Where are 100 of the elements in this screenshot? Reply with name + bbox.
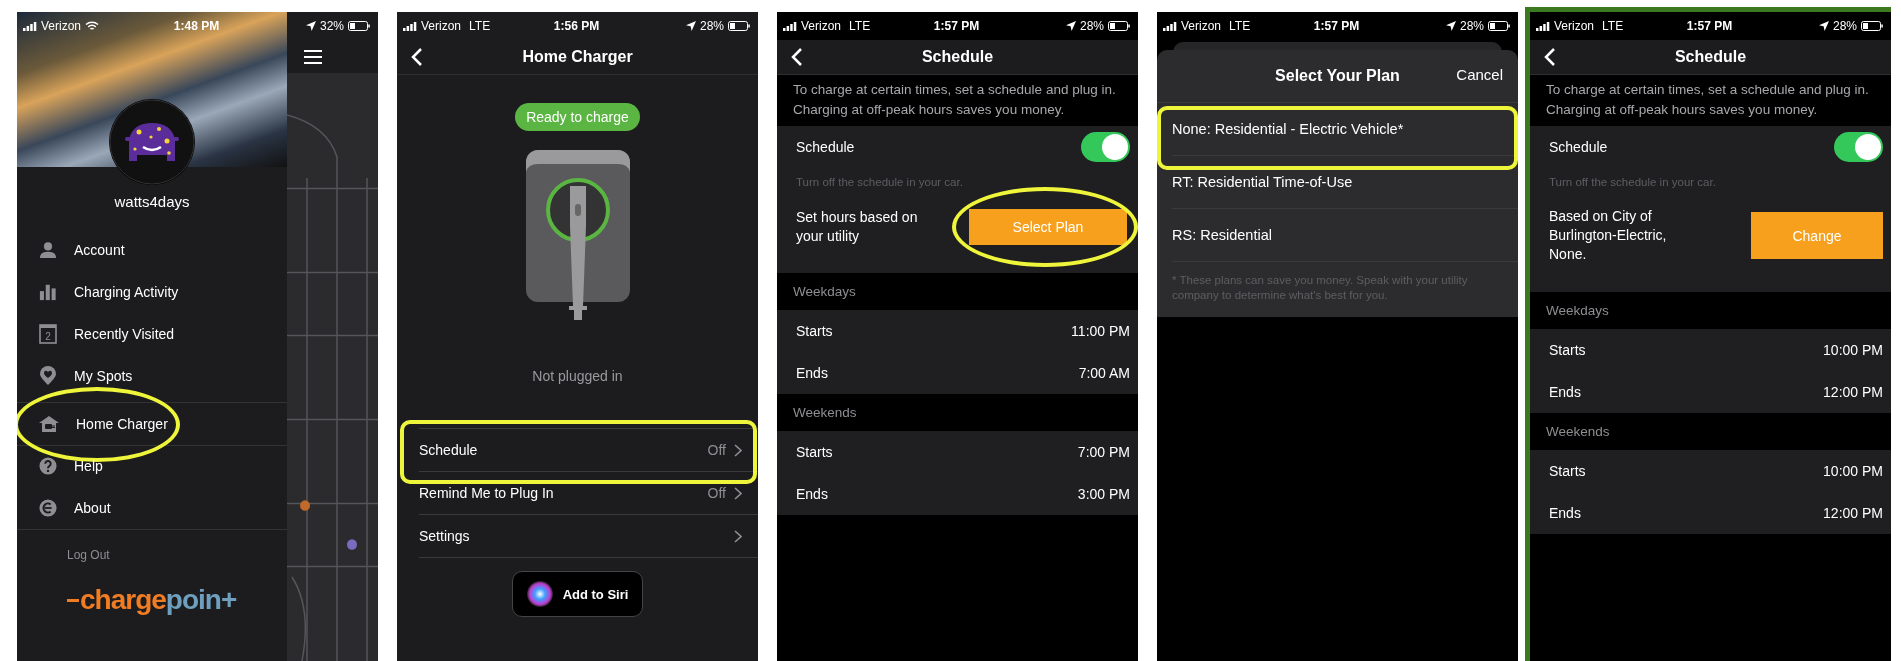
sheet-title: Select Your Plan <box>1275 67 1400 85</box>
bar-chart-icon <box>39 283 57 301</box>
siri-icon <box>526 581 553 607</box>
carrier-name: Verizon <box>1554 19 1595 33</box>
plan-description: Based on City of Burlington-Electric, None. <box>1549 207 1668 264</box>
battery-icon <box>728 21 750 31</box>
battery-percent: 28% <box>700 19 724 33</box>
settings-row[interactable]: Remind Me to Plug In Off <box>419 472 758 515</box>
signal-icon <box>23 21 37 31</box>
location-arrow-icon <box>1446 21 1456 31</box>
car-avatar-icon <box>109 99 195 185</box>
heart-pin-icon <box>39 366 57 386</box>
location-arrow-icon <box>306 21 316 31</box>
log-out-link[interactable]: Log Out <box>17 548 287 562</box>
battery-percent: 28% <box>1833 19 1857 33</box>
brand-c-icon <box>39 499 57 517</box>
location-arrow-icon <box>686 21 696 31</box>
location-arrow-icon <box>1066 21 1076 31</box>
schedule-label: Schedule <box>1549 139 1608 155</box>
brand-logo: chargepoin+ <box>67 584 237 616</box>
add-to-siri-button[interactable]: Add to Siri <box>512 571 643 617</box>
carrier-name: Verizon <box>801 19 842 33</box>
time-row[interactable]: Starts 10:00 PM <box>1549 329 1883 371</box>
network-type: LTE <box>849 19 871 33</box>
clock-time: 1:48 PM <box>173 19 220 33</box>
person-icon <box>39 241 57 259</box>
signal-icon <box>783 21 797 31</box>
schedule-label: Schedule <box>796 139 855 155</box>
time-row[interactable]: Starts 10:00 PM <box>1549 450 1883 492</box>
status-badge: Ready to charge <box>515 103 640 131</box>
screen-title: Schedule <box>1674 48 1747 66</box>
network-type: LTE <box>1229 19 1251 33</box>
signal-icon <box>1163 21 1177 31</box>
time-row[interactable]: Starts 11:00 PM <box>796 310 1130 352</box>
plan-option[interactable]: None: Residential - Electric Vehicle* <box>1172 103 1518 156</box>
username: watts4days <box>113 193 191 212</box>
chevron-right-icon <box>734 486 742 500</box>
time-value: 10:00 PM <box>1823 342 1883 358</box>
menu-item[interactable]: 2 Recently Visited <box>17 313 287 355</box>
time-row[interactable]: Ends 7:00 AM <box>796 352 1130 394</box>
plug-status: Not plugged in <box>532 368 623 384</box>
battery-percent: 32% <box>320 19 344 33</box>
network-type: LTE <box>469 19 491 33</box>
help-icon <box>39 457 57 475</box>
time-row[interactable]: Ends 12:00 PM <box>1549 371 1883 413</box>
time-value: 11:00 PM <box>1071 323 1130 339</box>
clock-time: 1:57 PM <box>933 19 980 33</box>
hint-text: Turn off the schedule in your car. <box>796 176 964 188</box>
carrier-name: Verizon <box>1181 19 1222 33</box>
row-value: Off <box>707 442 726 458</box>
menu-item[interactable]: Charging Activity <box>17 271 287 313</box>
chevron-right-icon <box>734 529 742 543</box>
chevron-right-icon <box>734 443 742 457</box>
signal-icon <box>1536 21 1550 31</box>
screen-title: Home Charger <box>522 48 633 66</box>
calendar-icon: 2 <box>39 324 57 344</box>
hint-text: Turn off the schedule in your car. <box>1549 176 1717 188</box>
battery-percent: 28% <box>1080 19 1104 33</box>
signal-icon <box>403 21 417 31</box>
network-type: LTE <box>1602 19 1624 33</box>
battery-icon <box>1861 21 1883 31</box>
plan-option[interactable]: RT: Residential Time-of-Use <box>1172 156 1518 209</box>
time-value: 7:00 PM <box>1077 444 1130 460</box>
battery-percent: 28% <box>1460 19 1484 33</box>
settings-row[interactable]: Settings <box>419 515 758 558</box>
time-value: 12:00 PM <box>1823 384 1883 400</box>
menu-icon[interactable] <box>304 49 322 64</box>
settings-row[interactable]: Schedule Off <box>419 429 758 472</box>
time-value: 7:00 AM <box>1078 365 1130 381</box>
battery-icon <box>348 21 370 31</box>
location-arrow-icon <box>1819 21 1829 31</box>
battery-icon <box>1108 21 1130 31</box>
menu-item[interactable]: My Spots <box>17 355 287 397</box>
time-row[interactable]: Ends 12:00 PM <box>1549 492 1883 534</box>
schedule-toggle[interactable] <box>1834 132 1883 162</box>
menu-item[interactable]: About <box>17 487 287 529</box>
clock-time: 1:57 PM <box>1686 19 1733 33</box>
carrier-name: Verizon <box>421 19 462 33</box>
time-value: 10:00 PM <box>1823 463 1883 479</box>
clock-time: 1:57 PM <box>1313 19 1360 33</box>
time-value: 12:00 PM <box>1823 505 1883 521</box>
plan-option[interactable]: RS: Residential <box>1172 209 1518 262</box>
clock-time: 1:56 PM <box>553 19 600 33</box>
battery-icon <box>1488 21 1510 31</box>
carrier-name: Verizon <box>41 19 82 33</box>
back-icon[interactable] <box>1544 48 1556 66</box>
house-plug-icon <box>39 415 59 433</box>
menu-item[interactable]: Account <box>17 229 287 271</box>
schedule-toggle[interactable] <box>1081 132 1130 162</box>
row-value: Off <box>707 485 726 501</box>
plan-description: Set hours based on your utility <box>796 208 919 246</box>
back-icon[interactable] <box>411 48 423 66</box>
cancel-button[interactable]: Cancel <box>1456 66 1503 83</box>
time-row[interactable]: Ends 3:00 PM <box>796 473 1130 515</box>
time-value: 3:00 PM <box>1077 486 1130 502</box>
time-row[interactable]: Starts 7:00 PM <box>796 431 1130 473</box>
screen-title: Schedule <box>921 48 994 66</box>
menu-item[interactable]: Home Charger <box>17 403 287 445</box>
back-icon[interactable] <box>791 48 803 66</box>
menu-item[interactable]: Help <box>17 445 287 487</box>
